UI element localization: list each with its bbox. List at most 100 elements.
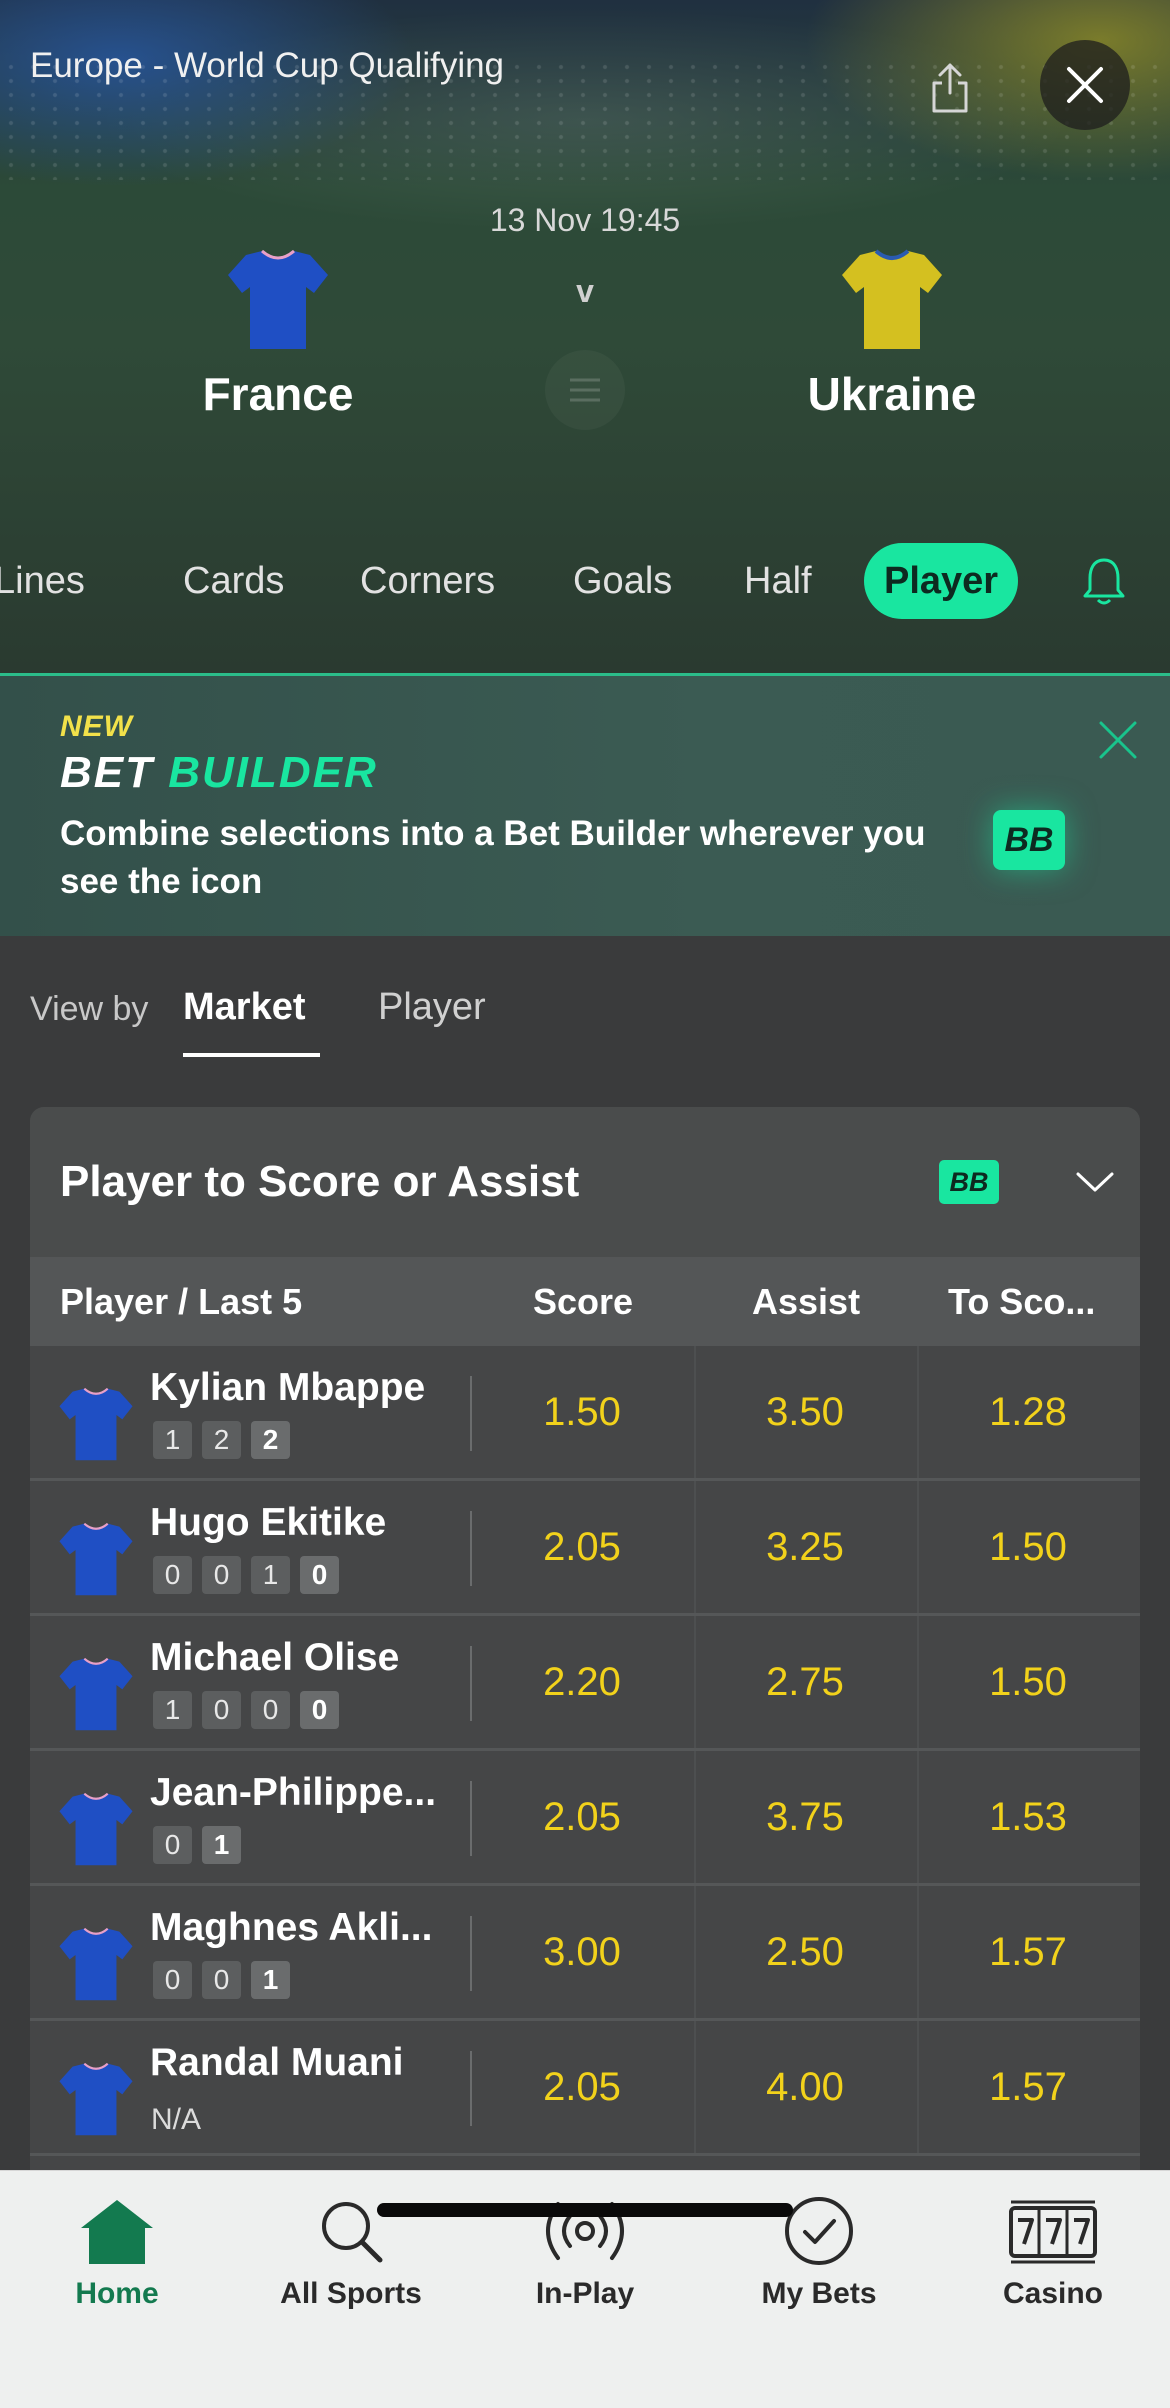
form-value: 0	[300, 1691, 339, 1729]
player-name: Kylian Mbappe	[150, 1366, 426, 1409]
tab-cards[interactable]: Cards	[183, 543, 284, 619]
column-header-to-score: To Sco...	[948, 1281, 1096, 1322]
odds-assist[interactable]: 2.75	[695, 1616, 915, 1748]
search-icon	[322, 2202, 383, 2263]
odds-to-score[interactable]: 1.50	[918, 1481, 1138, 1613]
form-value: 2	[251, 1421, 290, 1459]
home-icon	[81, 2200, 153, 2264]
player-form-na: N/A	[151, 2103, 202, 2136]
stats-button[interactable]	[545, 350, 625, 430]
odds-score[interactable]: 2.20	[472, 1616, 692, 1748]
form-value: 0	[251, 1691, 290, 1729]
player-form: 1 0 0 0	[153, 1691, 339, 1729]
player-name: Maghnes Akli...	[150, 1906, 433, 1949]
odds-score[interactable]: 3.00	[472, 1886, 692, 2018]
menu-icon	[570, 378, 600, 402]
player-form: 0 0 1	[153, 1961, 290, 1999]
table-row: Kylian Mbappe 1 2 2 1.50 3.50 1.28	[30, 1346, 1140, 1481]
odds-to-score[interactable]: 1.53	[918, 1751, 1138, 1883]
form-value: 1	[251, 1556, 290, 1594]
player-shirt-icon	[59, 1387, 133, 1461]
view-by-label: View by	[30, 990, 149, 1028]
check-circle-icon	[785, 2197, 853, 2265]
banner-title: BET BUILDER	[60, 748, 378, 798]
form-value: 0	[153, 1961, 192, 1999]
table-row: Maghnes Akli... 0 0 1 3.00 2.50 1.57	[30, 1886, 1140, 2021]
view-by-player[interactable]: Player	[378, 986, 486, 1029]
nav-my-bets-label: My Bets	[761, 2277, 877, 2310]
column-header-row: Player / Last 5 Score Assist To Sco...	[30, 1257, 1140, 1346]
form-value: 0	[153, 1556, 192, 1594]
away-shirt-icon	[842, 249, 942, 349]
column-header-score: Score	[533, 1281, 634, 1322]
banner-close-button[interactable]	[1090, 712, 1146, 768]
competition-title: Europe - World Cup Qualifying	[30, 46, 505, 85]
banner-title-bet: BET	[60, 748, 154, 797]
player-shirt-icon	[59, 1792, 133, 1866]
tab-half[interactable]: Half	[744, 543, 812, 619]
nav-home[interactable]: Home	[0, 2191, 234, 2321]
player-rows: Kylian Mbappe 1 2 2 1.50 3.50 1.28 Hugo …	[30, 1346, 1140, 2156]
table-row: Michael Olise 1 0 0 0 2.20 2.75 1.50	[30, 1616, 1140, 1751]
view-by-market[interactable]: Market	[183, 986, 306, 1029]
tab-corners[interactable]: Corners	[360, 543, 495, 619]
collapse-button[interactable]	[1070, 1157, 1120, 1207]
share-icon	[932, 63, 968, 112]
table-row: Jean-Philippe... 0 1 2.05 3.75 1.53	[30, 1751, 1140, 1886]
tab-goals[interactable]: Goals	[573, 543, 672, 619]
odds-assist[interactable]: 4.00	[695, 2021, 915, 2153]
banner-title-builder: BUILDER	[168, 748, 378, 797]
nav-casino[interactable]: Casino	[936, 2191, 1170, 2321]
odds-score[interactable]: 2.05	[472, 2021, 692, 2153]
tab-lines[interactable]: Lines	[0, 543, 85, 619]
form-value: 2	[202, 1421, 241, 1459]
odds-assist[interactable]: 3.25	[695, 1481, 915, 1613]
nav-home-label: Home	[75, 2277, 159, 2310]
form-value: 0	[153, 1826, 192, 1864]
odds-to-score[interactable]: 1.57	[918, 2021, 1138, 2153]
notifications-button[interactable]	[1076, 550, 1132, 614]
form-value: 0	[300, 1556, 339, 1594]
odds-assist[interactable]: 3.75	[695, 1751, 915, 1883]
close-icon	[1067, 67, 1103, 103]
form-value: 0	[202, 1556, 241, 1594]
player-name: Michael Olise	[150, 1636, 400, 1679]
form-value: 0	[202, 1691, 241, 1729]
chevron-down-icon	[1076, 1172, 1114, 1192]
player-name: Jean-Philippe...	[150, 1771, 437, 1814]
odds-score[interactable]: 1.50	[472, 1346, 692, 1478]
bell-icon	[1083, 558, 1125, 605]
form-value: 0	[202, 1961, 241, 1999]
tab-player[interactable]: Player	[864, 543, 1019, 619]
market-header[interactable]: Player to Score or Assist BB	[30, 1107, 1140, 1257]
away-team-name: Ukraine	[807, 368, 977, 420]
away-team[interactable]: Ukraine	[732, 245, 1052, 421]
close-button[interactable]	[1040, 40, 1130, 130]
column-header-assist: Assist	[752, 1281, 861, 1322]
odds-to-score[interactable]: 1.57	[918, 1886, 1138, 2018]
player-shirt-icon	[59, 1522, 133, 1596]
form-value: 1	[153, 1421, 192, 1459]
home-team[interactable]: France	[118, 245, 438, 421]
share-button[interactable]	[920, 55, 980, 120]
odds-to-score[interactable]: 1.50	[918, 1616, 1138, 1748]
slot-machine-icon	[1009, 2200, 1097, 2264]
player-form: 0 1	[153, 1826, 241, 1864]
odds-score[interactable]: 2.05	[472, 1751, 692, 1883]
market-title: Player to Score or Assist	[60, 1157, 580, 1206]
table-row: Hugo Ekitike 0 0 1 0 2.05 3.25 1.50	[30, 1481, 1140, 1616]
market-tabs: Lines Cards Corners Goals Half Player	[0, 535, 1170, 625]
player-form: 1 2 2	[153, 1421, 290, 1459]
home-team-name: France	[202, 368, 354, 420]
odds-score[interactable]: 2.05	[472, 1481, 692, 1613]
match-header: Europe - World Cup Qualifying 13 Nov 19:…	[0, 0, 1170, 675]
home-shirt-icon	[228, 249, 328, 349]
close-icon	[1099, 721, 1137, 759]
player-shirt-icon	[59, 1927, 133, 2001]
player-name: Randal Muani	[150, 2041, 404, 2084]
bet-builder-banner: NEW BET BUILDER Combine selections into …	[0, 676, 1170, 936]
player-name: Hugo Ekitike	[150, 1501, 387, 1544]
odds-assist[interactable]: 3.50	[695, 1346, 915, 1478]
odds-assist[interactable]: 2.50	[695, 1886, 915, 2018]
odds-to-score[interactable]: 1.28	[918, 1346, 1138, 1478]
